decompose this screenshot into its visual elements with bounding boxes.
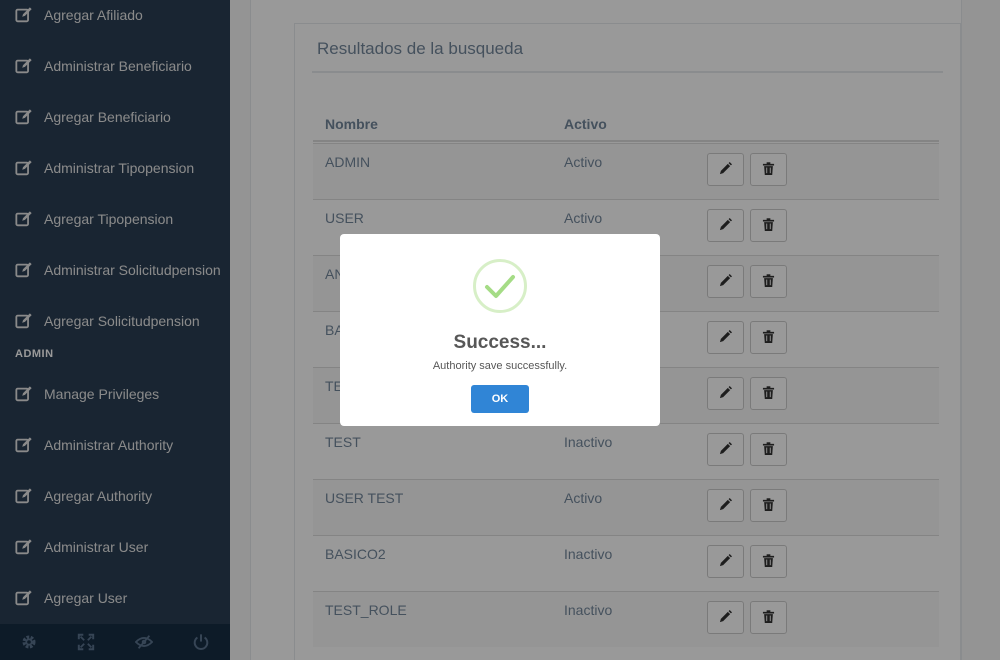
success-dialog: Success... Authority save successfully. … bbox=[340, 234, 660, 426]
check-icon bbox=[472, 258, 528, 314]
ok-button[interactable]: OK bbox=[471, 385, 529, 413]
dialog-title: Success... bbox=[453, 332, 547, 353]
dialog-message: Authority save successfully. bbox=[432, 360, 568, 372]
